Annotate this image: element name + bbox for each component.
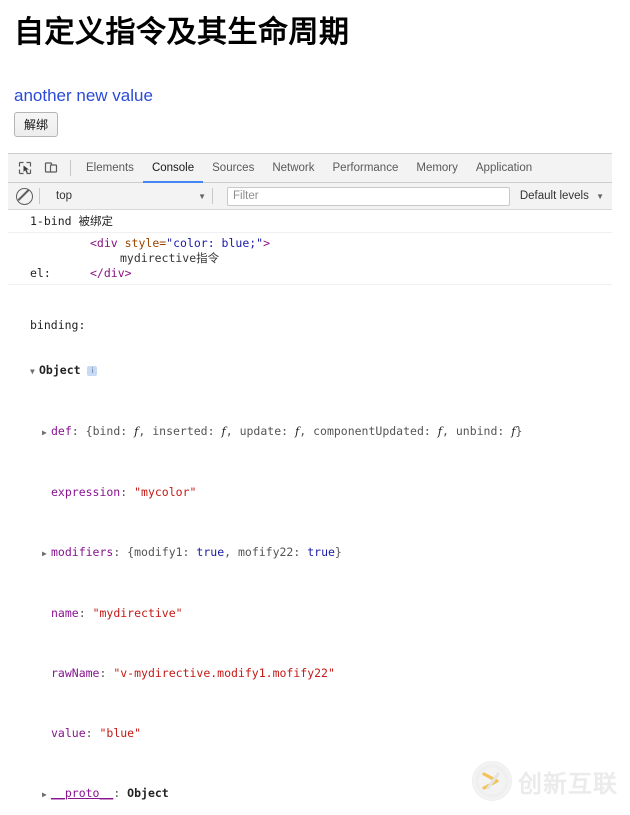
object-type-label: Object bbox=[39, 363, 81, 377]
property-name: value bbox=[51, 726, 86, 740]
object-property-row[interactable]: rawName: "v-mydirective.modify1.mofify22… bbox=[30, 666, 604, 681]
console-row-element[interactable]: <div style="color: blue;"> mydirective指令 e… bbox=[8, 233, 612, 285]
row-object-body: binding: ▼ Object i ▶ def: {bind: f, inser… bbox=[30, 288, 612, 815]
triangle-down-icon[interactable]: ▼ bbox=[30, 364, 39, 379]
property-value: "mycolor" bbox=[134, 485, 197, 499]
filterbar-divider-1 bbox=[39, 188, 40, 204]
device-toolbar-icon[interactable] bbox=[38, 155, 64, 181]
filterbar-divider-2 bbox=[212, 188, 213, 204]
tab-sources[interactable]: Sources bbox=[203, 154, 263, 183]
property-value: {bind: f, inserted: f, update: f, compon… bbox=[85, 424, 523, 438]
property-value: {modify1: true, mofify22: true} bbox=[127, 545, 342, 559]
property-name: expression bbox=[51, 485, 121, 499]
log-levels-label: Default levels bbox=[519, 190, 589, 202]
object-property-row[interactable]: ▶ def: {bind: f, inserted: f, update: f, … bbox=[30, 424, 604, 440]
row-text: 1-bind 被绑定 bbox=[30, 214, 113, 228]
clear-console-icon[interactable] bbox=[16, 187, 33, 205]
tab-application[interactable]: Application bbox=[467, 154, 541, 183]
object-property-row[interactable]: expression: "mycolor" bbox=[30, 485, 604, 500]
info-icon[interactable]: i bbox=[87, 366, 98, 376]
property-name: modifiers bbox=[51, 545, 114, 559]
el-label: el: bbox=[30, 266, 51, 280]
console-log-list[interactable]: 1-bind 被绑定 <div style="color: blue;"> myd… bbox=[8, 211, 612, 815]
dom-tag-open: <div bbox=[90, 236, 118, 250]
log-levels-dropdown[interactable]: Default levels ▼ bbox=[520, 190, 604, 202]
console-row-object[interactable]: binding: ▼ Object i ▶ def: {bind: f, inser… bbox=[8, 285, 612, 815]
toolbar-divider bbox=[70, 160, 71, 176]
property-name: def bbox=[51, 424, 72, 438]
chevron-down-icon: ▼ bbox=[198, 191, 206, 201]
object-property-row[interactable]: name: "mydirective" bbox=[30, 606, 604, 621]
property-name: name bbox=[51, 606, 79, 620]
console-filterbar: top ▼ Default levels ▼ bbox=[8, 183, 612, 210]
dom-tag-close-bracket: > bbox=[263, 236, 271, 250]
tab-performance[interactable]: Performance bbox=[324, 154, 408, 183]
unbind-button[interactable]: 解绑 bbox=[14, 111, 59, 137]
tab-elements[interactable]: Elements bbox=[77, 154, 143, 183]
dom-attr-value: "color: blue;" bbox=[166, 236, 264, 250]
console-row-log[interactable]: 1-bind 被绑定 bbox=[8, 211, 612, 233]
triangle-right-icon[interactable]: ▶ bbox=[42, 425, 51, 440]
devtools-panel: Elements Console Sources Network Perform… bbox=[8, 153, 612, 815]
row-element-body: <div style="color: blue;"> mydirective指令 e… bbox=[30, 236, 612, 281]
tab-network[interactable]: Network bbox=[263, 154, 323, 183]
directive-output-text: another new value bbox=[14, 85, 153, 105]
property-value: "blue" bbox=[99, 726, 142, 740]
dom-text-node: mydirective指令 bbox=[120, 251, 220, 265]
object-property-row[interactable]: ▶ modifiers: {modify1: true, mofify22: tr… bbox=[30, 545, 604, 561]
tab-memory[interactable]: Memory bbox=[407, 154, 467, 183]
inspect-element-icon[interactable] bbox=[12, 155, 38, 181]
devtools-tabbar: Elements Console Sources Network Perform… bbox=[8, 154, 612, 183]
execution-context-label: top bbox=[56, 190, 72, 202]
tab-console[interactable]: Console bbox=[143, 154, 203, 183]
property-value: Object bbox=[127, 786, 169, 800]
execution-context-select[interactable]: top ▼ bbox=[56, 190, 206, 202]
triangle-right-icon[interactable]: ▶ bbox=[42, 546, 51, 561]
object-property-row[interactable]: ▶ __proto__: Object bbox=[30, 786, 604, 802]
object-header[interactable]: ▼ Object i bbox=[30, 363, 604, 379]
page-title: 自定义指令及其生命周期 bbox=[14, 16, 350, 49]
property-name: __proto__ bbox=[51, 786, 114, 800]
filter-input[interactable] bbox=[227, 186, 510, 206]
binding-label: binding: bbox=[30, 318, 86, 332]
property-value: "v-mydirective.modify1.mofify22" bbox=[113, 666, 335, 680]
object-property-row[interactable]: value: "blue" bbox=[30, 726, 604, 741]
property-name: rawName bbox=[51, 666, 100, 680]
triangle-right-icon[interactable]: ▶ bbox=[42, 787, 51, 802]
property-value: "mydirective" bbox=[92, 606, 183, 620]
dom-attr-name: style= bbox=[117, 236, 167, 250]
chevron-down-icon-levels: ▼ bbox=[596, 192, 604, 201]
page-content: 自定义指令及其生命周期 another new value 解绑 bbox=[0, 14, 630, 137]
